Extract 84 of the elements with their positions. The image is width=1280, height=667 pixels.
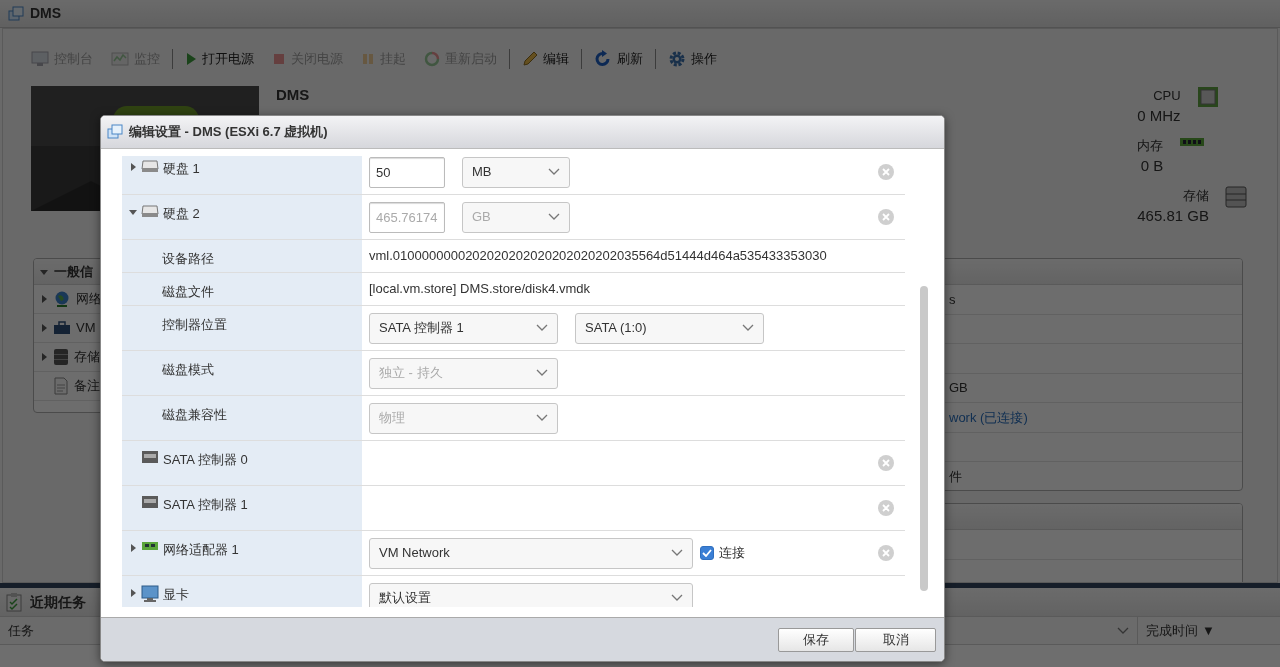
detail-value: GB <box>949 379 968 397</box>
dropdown[interactable]: SATA 控制器 1 <box>369 312 558 344</box>
resource-value: 0 B <box>1139 156 1164 176</box>
resource-label: 内存 <box>1137 137 1164 155</box>
dropdown[interactable]: MB <box>462 156 570 188</box>
remove-icon[interactable] <box>878 209 894 225</box>
info-label: 网络 <box>76 290 102 309</box>
info-label: 存储 <box>74 348 100 367</box>
device-label: 硬盘 2 <box>163 205 200 223</box>
panel-title: 一般信 <box>54 262 93 281</box>
storage-icon <box>1225 186 1247 208</box>
resource-label: CPU <box>1152 87 1181 105</box>
property-label: 磁盘模式 <box>122 351 362 395</box>
chevron-icon <box>742 324 754 332</box>
detail-value: 件 <box>949 467 962 486</box>
pencil-icon <box>522 51 538 67</box>
chevron-icon <box>548 168 560 176</box>
device-label: 网络适配器 1 <box>163 541 239 559</box>
info-label: 备注 <box>74 377 100 396</box>
document-icon <box>53 377 69 395</box>
hard-drive-icon <box>141 159 159 173</box>
toolbar-button[interactable]: 打开电源 <box>185 49 254 69</box>
remove-icon[interactable] <box>878 545 894 561</box>
input-field[interactable]: 50 <box>369 156 445 188</box>
scrollbar[interactable] <box>920 286 928 591</box>
dialog-title: 编辑设置 - DMS (ESXi 6.7 虚拟机) <box>129 123 328 142</box>
column-header[interactable]: 任务 <box>8 620 34 641</box>
clipboard-icon <box>6 592 22 612</box>
play-icon <box>185 52 197 66</box>
device-label: SATA 控制器 1 <box>163 496 248 514</box>
info-label: VM <box>76 319 96 338</box>
database-icon <box>53 348 69 366</box>
resource-value: 465.81 GB <box>1137 206 1209 226</box>
property-label: 设备路径 <box>122 240 362 272</box>
chevron-icon <box>671 549 683 557</box>
chevron-icon <box>548 213 560 221</box>
column-header[interactable]: 完成时间 <box>1146 620 1198 641</box>
device-label: SATA 控制器 0 <box>163 451 248 469</box>
device-label: 硬盘 1 <box>163 160 200 178</box>
dropdown[interactable]: VM Network <box>369 537 693 569</box>
toolbox-icon <box>53 321 71 335</box>
monitor-icon <box>141 585 159 603</box>
window-title: DMS <box>30 4 62 23</box>
toolbar-button[interactable]: 编辑 <box>522 49 569 69</box>
remove-icon[interactable] <box>878 500 894 516</box>
refresh-icon <box>594 50 612 68</box>
settings-icon <box>668 50 686 68</box>
resource-label: 存储 <box>1182 187 1209 205</box>
dropdown[interactable]: 默认设置 <box>369 582 693 607</box>
hard-drive-icon <box>141 204 159 218</box>
dropdown[interactable]: SATA (1:0) <box>575 312 764 344</box>
checkbox[interactable] <box>700 546 714 560</box>
dialog-button[interactable]: 取消 <box>855 628 936 652</box>
chip-icon <box>1196 86 1219 108</box>
property-label: 磁盘兼容性 <box>122 396 362 440</box>
detail-value: s <box>949 290 956 309</box>
panel-title: 近期任务 <box>30 592 86 612</box>
chevron-icon <box>1117 627 1129 636</box>
property-value: [local.vm.store] DMS.store/disk4.vmdk <box>369 280 591 299</box>
remove-icon[interactable] <box>878 164 894 180</box>
property-value: vml.0100000000202020202020202020202035564d51444d464a535433353030 <box>369 247 827 266</box>
chevron-icon <box>536 324 548 332</box>
controller-icon <box>141 495 159 509</box>
window-stack-icon <box>107 124 123 140</box>
window-stack-icon <box>8 5 24 22</box>
controller-icon <box>141 450 159 464</box>
property-label: 控制器位置 <box>122 306 362 350</box>
device-label: 显卡 <box>163 586 189 604</box>
resource-value: 0 MHz <box>1137 106 1181 126</box>
dialog-button[interactable]: 保存 <box>778 628 854 652</box>
globe-icon <box>53 290 71 308</box>
chevron-icon <box>536 369 548 377</box>
sort-indicator: ▼ <box>1202 621 1215 640</box>
property-label: 磁盘文件 <box>122 273 362 305</box>
network-link[interactable]: work (已连接) <box>949 407 1028 427</box>
memory-icon <box>1179 136 1206 148</box>
toolbar-button[interactable]: 刷新 <box>594 49 643 69</box>
vm-name: DMS <box>276 86 310 104</box>
checkbox-label[interactable]: 连接 <box>719 543 745 563</box>
chevron-icon <box>671 594 683 602</box>
network-card-icon <box>141 540 159 552</box>
chevron-icon <box>536 414 548 422</box>
remove-icon[interactable] <box>878 455 894 471</box>
toolbar-button[interactable]: 操作 <box>668 49 717 69</box>
